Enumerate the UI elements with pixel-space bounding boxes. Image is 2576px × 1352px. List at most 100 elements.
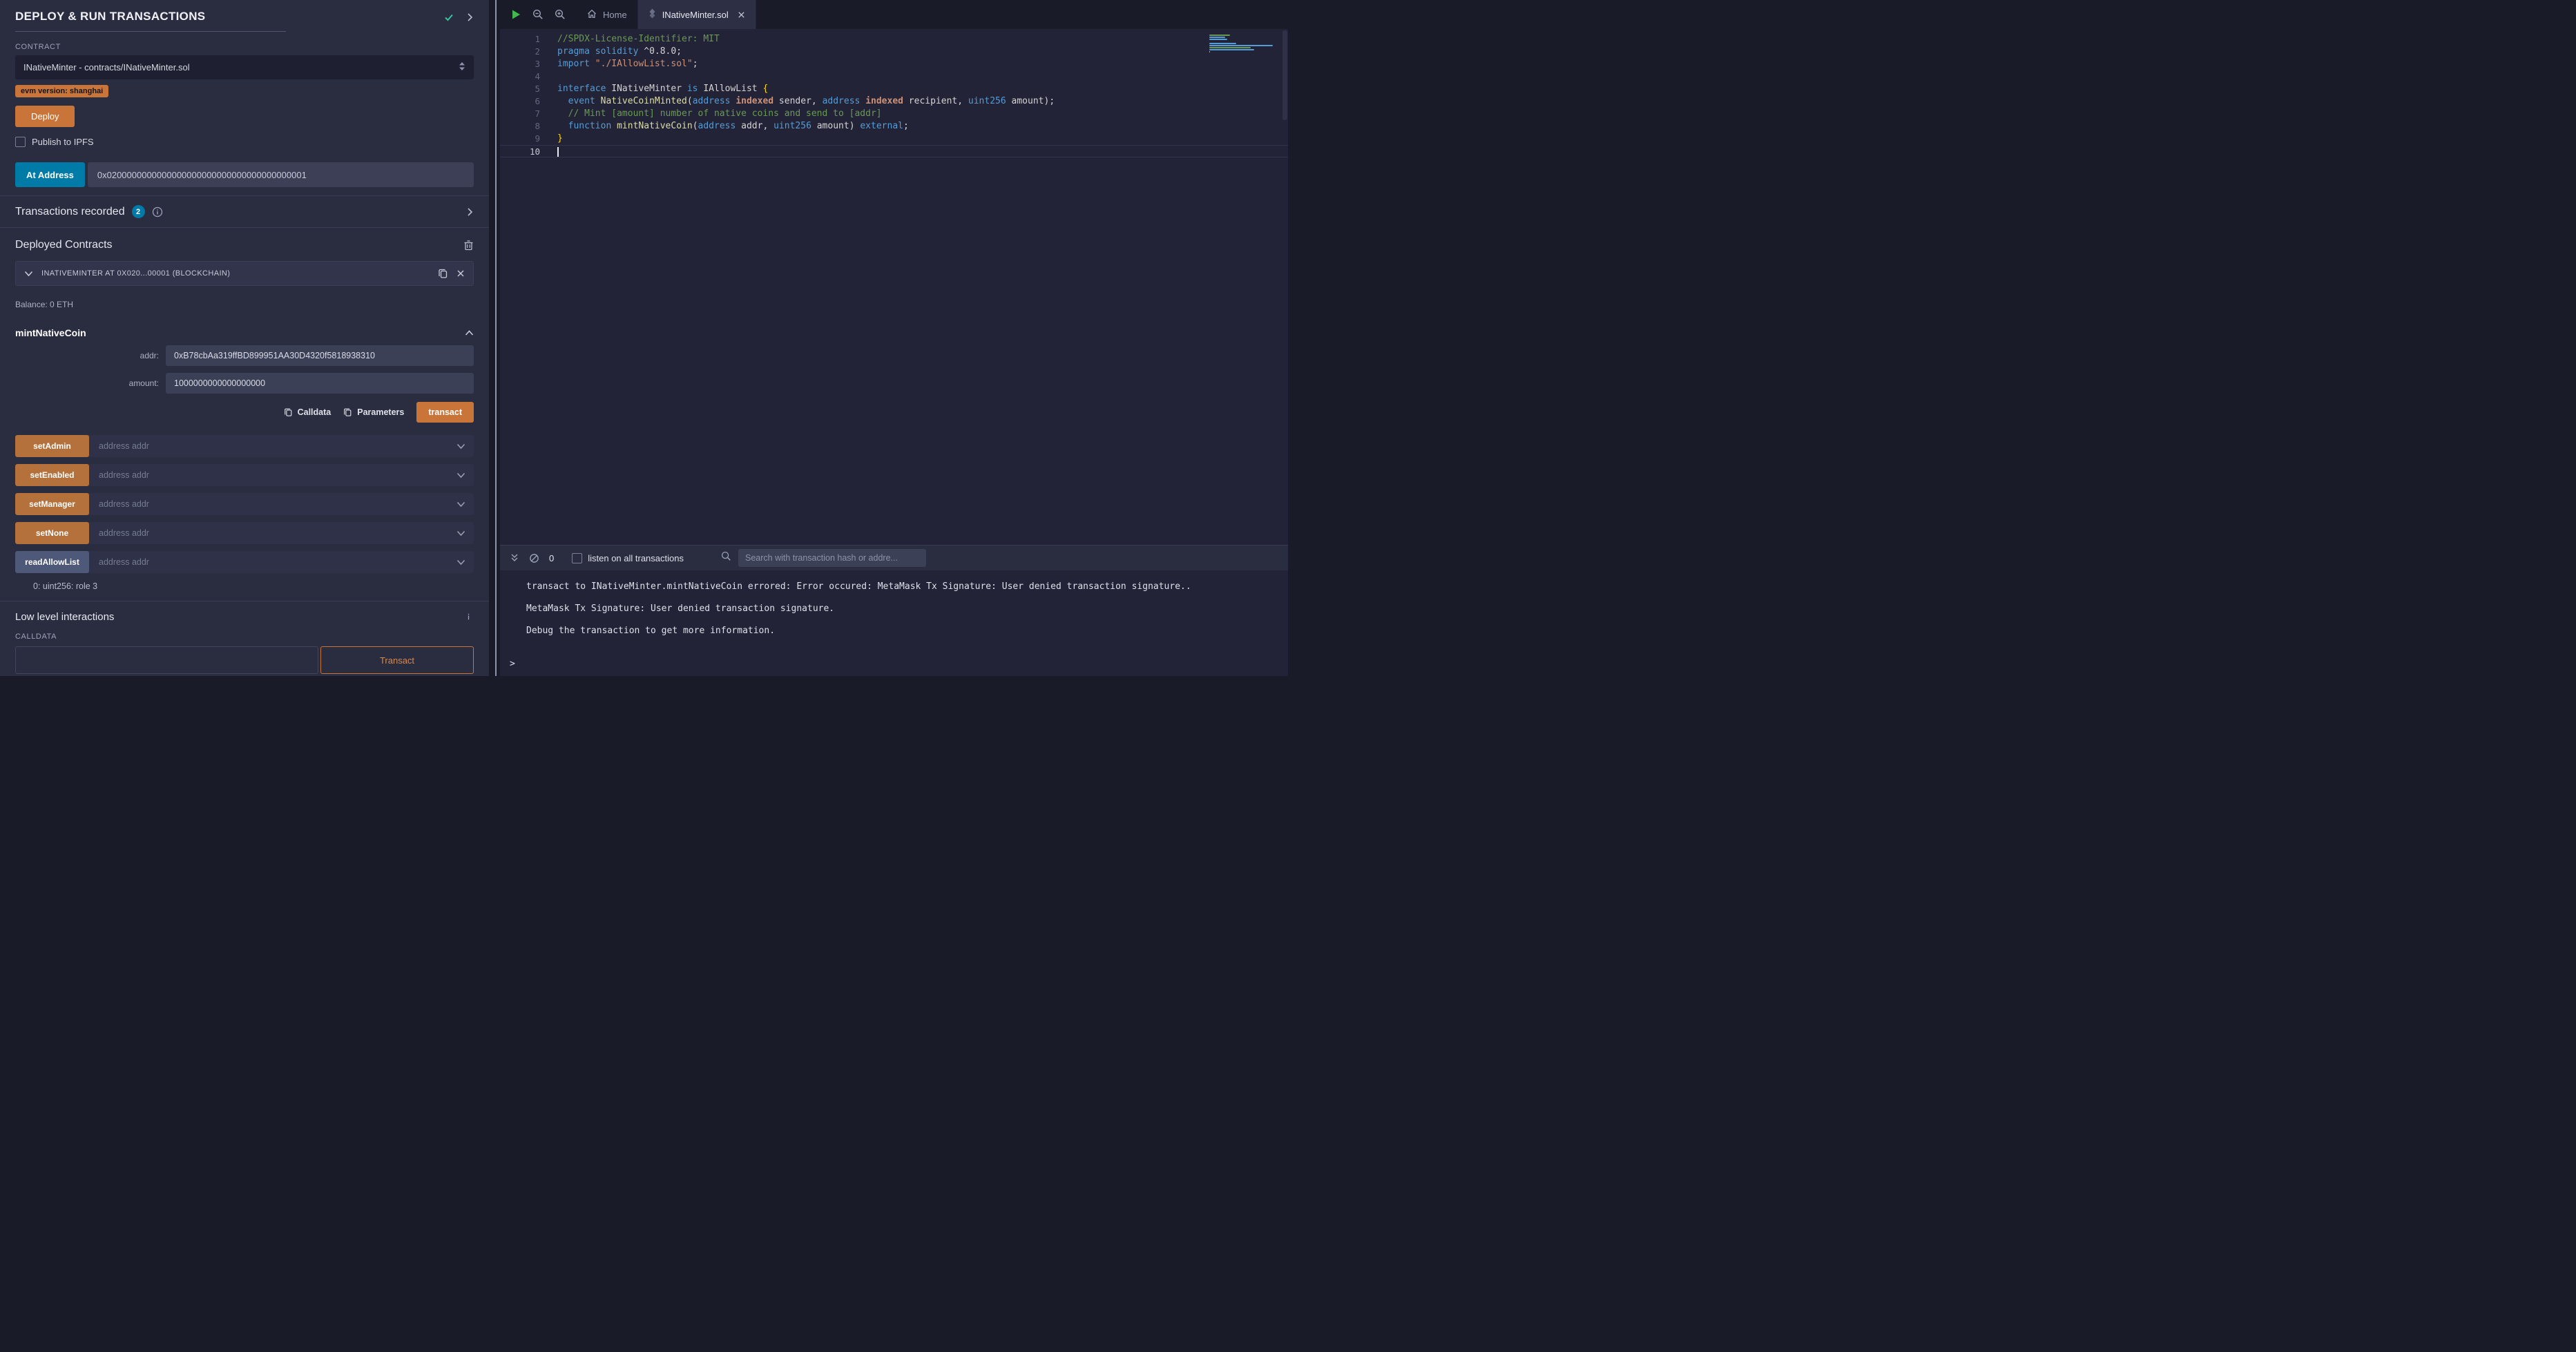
setManager-input[interactable] bbox=[89, 499, 456, 509]
code-line[interactable]: 9} bbox=[500, 133, 1288, 145]
setNone-button[interactable]: setNone bbox=[15, 522, 89, 544]
contract-instance: INATIVEMINTER AT 0X020...00001 (BLOCKCHA… bbox=[15, 261, 474, 591]
editor-tabbar: Home INativeMinter.sol bbox=[500, 0, 1288, 29]
minimap[interactable] bbox=[1209, 35, 1278, 55]
publish-ipfs-checkbox[interactable] bbox=[15, 137, 26, 147]
minimap-line bbox=[1209, 37, 1225, 38]
code-text bbox=[540, 70, 557, 83]
param-label: amount: bbox=[15, 378, 166, 388]
panel-header-icons bbox=[443, 12, 474, 23]
terminal-toolbar: 0 listen on all transactions bbox=[500, 545, 1288, 570]
code-line[interactable]: 10 bbox=[500, 145, 1288, 157]
publish-ipfs-row: Publish to IPFS bbox=[15, 137, 474, 147]
function-row-setEnabled: setEnabled bbox=[15, 464, 474, 486]
code-editor[interactable]: 1//SPDX-License-Identifier: MIT2pragma s… bbox=[500, 29, 1288, 545]
readAllowList-button[interactable]: readAllowList bbox=[15, 551, 89, 573]
low-level-row: Transact bbox=[15, 646, 474, 674]
calldata-button[interactable]: Calldata bbox=[284, 407, 331, 417]
chevron-down-icon[interactable] bbox=[456, 559, 474, 566]
code-line[interactable]: 6 event NativeCoinMinted(address indexed… bbox=[500, 95, 1288, 108]
setAdmin-button[interactable]: setAdmin bbox=[15, 435, 89, 457]
function-actions-row: Calldata Parameters transact bbox=[15, 402, 474, 423]
clear-console-icon[interactable] bbox=[529, 553, 539, 563]
tab-close-icon[interactable] bbox=[738, 11, 745, 19]
chevron-up-icon[interactable] bbox=[465, 330, 474, 336]
minimap-line bbox=[1209, 49, 1254, 50]
code-line[interactable]: 2pragma solidity ^0.8.0; bbox=[500, 46, 1288, 58]
pending-tx-count: 0 bbox=[549, 553, 554, 563]
panel-title-wrap: DEPLOY & RUN TRANSACTIONS bbox=[15, 10, 286, 32]
terminal-search-input[interactable] bbox=[738, 549, 926, 567]
chevron-down-icon[interactable] bbox=[456, 530, 474, 537]
parameters-button[interactable]: Parameters bbox=[343, 407, 404, 417]
code-line[interactable]: 7 // Mint [amount] number of native coin… bbox=[500, 108, 1288, 120]
contract-instance-header[interactable]: INATIVEMINTER AT 0X020...00001 (BLOCKCHA… bbox=[15, 261, 474, 286]
zoom-in-icon[interactable] bbox=[555, 9, 566, 20]
chevron-down-icon[interactable] bbox=[24, 271, 33, 277]
evm-version-badge: evm version: shanghai bbox=[15, 85, 108, 97]
deploy-button[interactable]: Deploy bbox=[15, 106, 75, 127]
editor-scrollbar[interactable] bbox=[1282, 30, 1287, 120]
listen-transactions-checkbox[interactable] bbox=[572, 553, 582, 563]
code-line[interactable]: 8 function mintNativeCoin(address addr, … bbox=[500, 120, 1288, 133]
chevron-down-icon[interactable] bbox=[456, 501, 474, 508]
code-line[interactable]: 1//SPDX-License-Identifier: MIT bbox=[500, 33, 1288, 46]
setAdmin-input[interactable] bbox=[89, 441, 456, 451]
tab-inativeminter-sol[interactable]: INativeMinter.sol bbox=[638, 0, 756, 29]
addr-input[interactable] bbox=[166, 345, 474, 366]
copy-icon[interactable] bbox=[438, 268, 448, 279]
setEnabled-button[interactable]: setEnabled bbox=[15, 464, 89, 486]
low-level-calldata-input[interactable] bbox=[15, 646, 318, 674]
transactions-recorded-label: Transactions recorded bbox=[15, 206, 125, 218]
transactions-recorded-row[interactable]: Transactions recorded 2 bbox=[0, 196, 489, 227]
code-text: // Mint [amount] number of native coins … bbox=[540, 108, 882, 120]
info-icon[interactable] bbox=[152, 206, 163, 218]
setManager-button[interactable]: setManager bbox=[15, 493, 89, 515]
chevron-right-icon[interactable] bbox=[465, 12, 474, 22]
line-number: 6 bbox=[500, 95, 540, 108]
function-row-setNone: setNone bbox=[15, 522, 474, 544]
panel-header: DEPLOY & RUN TRANSACTIONS bbox=[0, 0, 489, 32]
setEnabled-input[interactable] bbox=[89, 470, 456, 480]
panel-resize-handle[interactable] bbox=[489, 0, 500, 676]
terminal-prompt[interactable]: > bbox=[500, 659, 1288, 676]
main-area: Home INativeMinter.sol 1//SPDX-License-I… bbox=[500, 0, 1288, 676]
contract-select[interactable]: INativeMinter - contracts/INativeMinter.… bbox=[15, 55, 474, 79]
amount-input[interactable] bbox=[166, 373, 474, 394]
info-icon[interactable] bbox=[463, 612, 474, 622]
code-line[interactable]: 3import "./IAllowList.sol"; bbox=[500, 58, 1288, 70]
low-level-transact-button[interactable]: Transact bbox=[320, 646, 474, 674]
transact-button[interactable]: transact bbox=[416, 402, 474, 423]
check-icon[interactable] bbox=[443, 12, 454, 23]
chevron-right-icon[interactable] bbox=[465, 207, 474, 217]
deployed-contracts-header: Deployed Contracts bbox=[0, 228, 489, 260]
resize-handle-bar[interactable] bbox=[495, 0, 497, 676]
expanded-function-header[interactable]: mintNativeCoin bbox=[15, 327, 474, 338]
readAllowList-input[interactable] bbox=[89, 557, 456, 567]
deploy-run-panel: DEPLOY & RUN TRANSACTIONS CONTRACT INati… bbox=[0, 0, 489, 676]
line-number: 10 bbox=[500, 146, 540, 157]
run-script-icon[interactable] bbox=[511, 9, 521, 20]
trash-icon[interactable] bbox=[463, 240, 474, 251]
terminal-log-line[interactable]: MetaMask Tx Signature: User denied trans… bbox=[526, 603, 1274, 615]
terminal-log-line[interactable]: transact to INativeMinter.mintNativeCoin… bbox=[526, 581, 1274, 592]
at-address-button[interactable]: At Address bbox=[15, 162, 85, 187]
code-text: pragma solidity ^0.8.0; bbox=[540, 46, 682, 58]
instance-balance: Balance: 0 ETH bbox=[15, 300, 474, 309]
listen-transactions-label: listen on all transactions bbox=[588, 553, 684, 563]
at-address-input[interactable] bbox=[88, 162, 474, 187]
terminal-log-line[interactable]: Debug the transaction to get more inform… bbox=[526, 626, 1274, 637]
chevron-down-icon[interactable] bbox=[456, 443, 474, 450]
tab-home[interactable]: Home bbox=[577, 0, 638, 29]
collapse-terminal-icon[interactable] bbox=[510, 553, 519, 563]
setNone-input[interactable] bbox=[89, 528, 456, 538]
close-icon[interactable] bbox=[456, 269, 465, 278]
code-lines: 1//SPDX-License-Identifier: MIT2pragma s… bbox=[500, 33, 1288, 157]
line-number: 7 bbox=[500, 108, 540, 120]
parameters-label: Parameters bbox=[357, 407, 404, 417]
zoom-out-icon[interactable] bbox=[532, 9, 544, 20]
code-line[interactable]: 5interface INativeMinter is IAllowList { bbox=[500, 83, 1288, 95]
code-line[interactable]: 4 bbox=[500, 70, 1288, 83]
chevron-down-icon[interactable] bbox=[456, 472, 474, 479]
remix-ide-window: DEPLOY & RUN TRANSACTIONS CONTRACT INati… bbox=[0, 0, 1288, 676]
